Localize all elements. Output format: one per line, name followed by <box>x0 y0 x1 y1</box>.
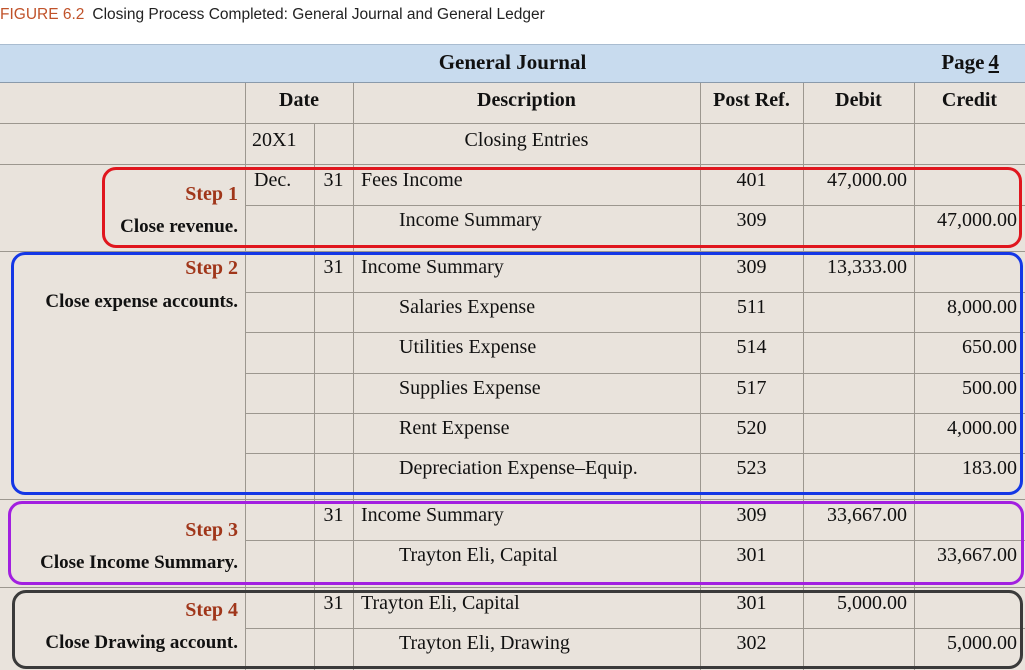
page-indicator: Page 4 <box>941 50 999 75</box>
step-divider <box>0 499 245 500</box>
step-4-outline <box>12 590 1023 669</box>
journal-title: General Journal <box>438 50 587 74</box>
header-date: Date <box>279 89 319 111</box>
row-divider <box>0 123 1025 124</box>
header-description: Description <box>477 89 576 111</box>
step-1-outline <box>102 167 1022 248</box>
page-label: Page <box>941 50 985 74</box>
figure-title: Closing Process Completed: General Journ… <box>92 6 545 23</box>
header-credit: Credit <box>941 89 998 111</box>
step-3-outline <box>8 501 1024 585</box>
page-number: 4 <box>988 50 1000 74</box>
figure-number: FIGURE 6.2 <box>0 6 85 23</box>
journal-banner: General Journal Page 4 <box>0 44 1025 83</box>
step-2-outline <box>11 252 1023 495</box>
figure-caption: FIGURE 6.2 Closing Process Completed: Gen… <box>0 6 545 24</box>
header-debit: Debit <box>835 89 882 111</box>
year-label: 20X1 <box>252 129 297 151</box>
header-post-ref: Post Ref. <box>713 89 790 111</box>
row-divider <box>245 499 1025 500</box>
row-divider <box>0 164 1025 165</box>
closing-entries-title: Closing Entries <box>464 129 589 151</box>
step-divider <box>0 587 245 588</box>
row-divider <box>245 587 1025 588</box>
general-journal-table: Date Description Post Ref. Debit Credit 20X1 C… <box>0 83 1025 670</box>
